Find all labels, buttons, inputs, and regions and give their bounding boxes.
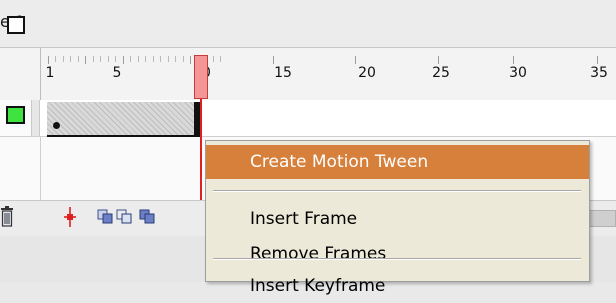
layer-outline-color-swatch[interactable]: [6, 106, 25, 124]
menu-item-remove-frames[interactable]: Remove Frames: [206, 237, 589, 271]
center-frame-icon[interactable]: [62, 207, 78, 227]
frame-number: 5: [112, 65, 122, 81]
trash-icon[interactable]: [0, 205, 14, 229]
menu-item-create-motion-tween[interactable]: Create Motion Tween: [206, 145, 589, 179]
column-divider: [40, 137, 41, 200]
frame-number: 35: [590, 65, 608, 81]
keyframe-marker[interactable]: [53, 122, 60, 129]
frame-number: 25: [432, 65, 450, 81]
edit-multiple-frames-icon[interactable]: [139, 208, 155, 225]
menu-item-insert-frame[interactable]: Insert Frame: [206, 202, 589, 236]
show-outlines-icon[interactable]: [7, 16, 25, 34]
frame-ruler[interactable]: 1 5 10 15 20 25 30 35: [40, 48, 616, 100]
selected-frame-span[interactable]: [47, 102, 199, 137]
frame-number: 1: [45, 65, 55, 81]
context-menu: Create Motion Tween Insert Frame Remove …: [205, 140, 590, 296]
menu-separator: [213, 258, 581, 260]
frame-number: 30: [509, 65, 527, 81]
onion-skin-icon[interactable]: [97, 208, 113, 225]
onion-skin-outlines-icon[interactable]: [116, 208, 132, 225]
frame-number: 15: [274, 65, 292, 81]
menu-separator: [213, 190, 581, 192]
scene-tab-bar: [0, 0, 616, 48]
menu-item-insert-keyframe[interactable]: Insert Keyframe: [206, 269, 589, 303]
layer-divider[interactable]: [31, 100, 40, 136]
frame-number: 20: [358, 65, 376, 81]
playhead[interactable]: [194, 55, 208, 99]
